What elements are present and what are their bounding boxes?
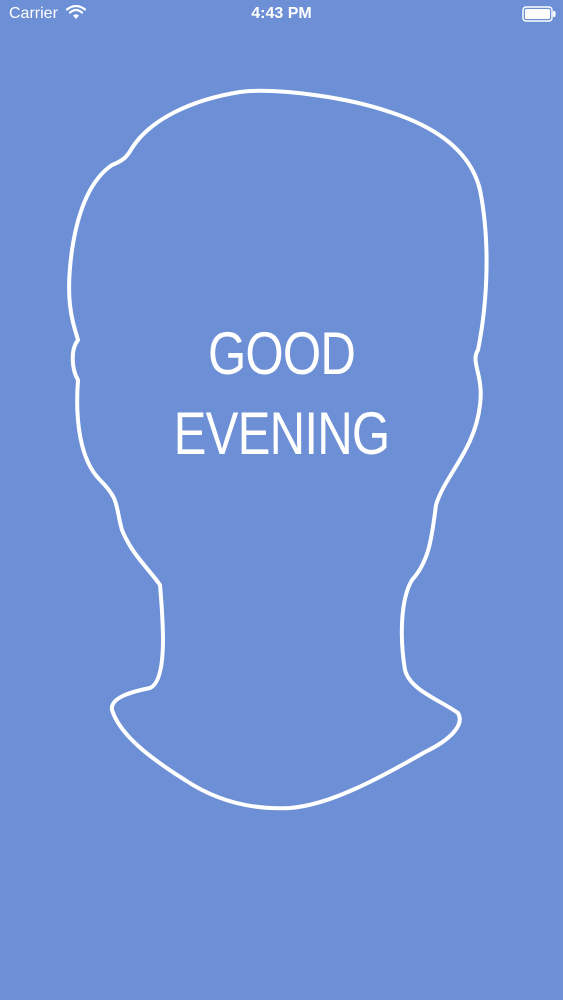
greeting-line-1: GOOD xyxy=(207,320,356,387)
greeting-line-2: EVENING xyxy=(173,400,391,467)
greeting-text: GOOD EVENING xyxy=(51,314,513,474)
head-silhouette-outline xyxy=(67,88,489,811)
